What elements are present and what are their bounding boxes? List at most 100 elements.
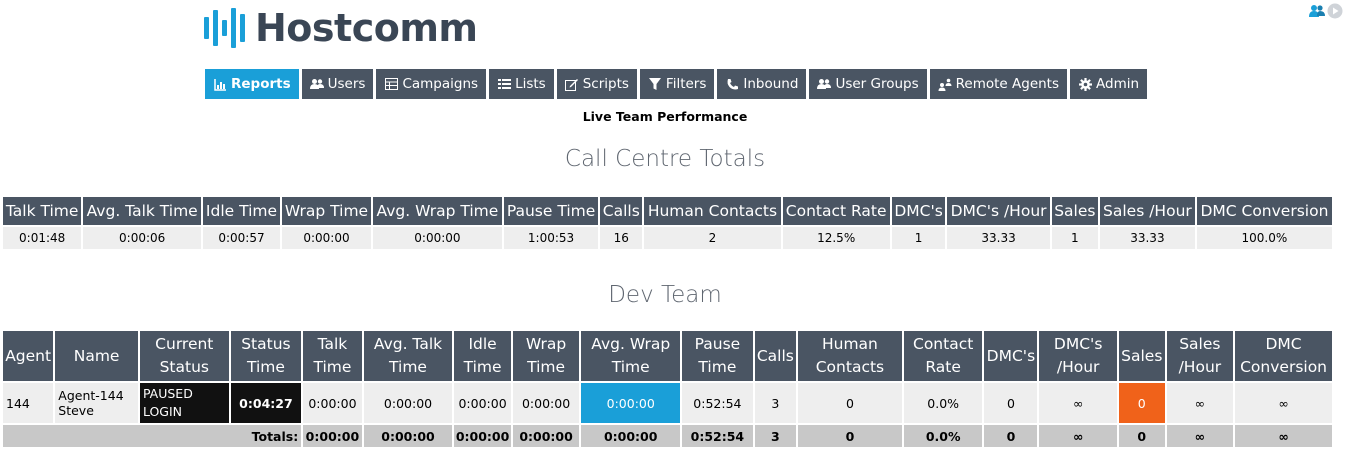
table-cell: 0:52:54	[682, 383, 753, 423]
column-header[interactable]: Agent	[3, 331, 54, 381]
nav-admin[interactable]: Admin	[1070, 69, 1148, 99]
table-cell: 0:52:54	[682, 425, 753, 447]
nav-remote-agents[interactable]: Remote Agents	[929, 69, 1068, 99]
column-header[interactable]: DMC Conversion	[1196, 197, 1332, 225]
hostcomm-logo[interactable]: Hostcomm	[204, 6, 478, 50]
nav-filters[interactable]: Filters	[639, 69, 715, 99]
column-header[interactable]: Calls	[600, 197, 643, 225]
nav-inbound[interactable]: Inbound	[717, 69, 807, 99]
status-cell: PAUSED LOGIN	[139, 383, 229, 423]
agent-name-line: Agent-144	[58, 388, 124, 403]
table-cell: 0:00:57	[203, 227, 280, 249]
nav-label: Campaigns	[402, 76, 479, 92]
team-section-title: Dev Team	[608, 282, 722, 308]
users-icon	[817, 77, 832, 91]
column-header[interactable]: Pause Time	[682, 331, 753, 381]
column-header[interactable]: Avg. Wrap Time	[581, 331, 681, 381]
table-cell: 0:00:00	[581, 425, 681, 447]
sales-cell: 0	[1118, 383, 1165, 423]
table-cell: 1	[891, 227, 946, 249]
nav-lists[interactable]: Lists	[489, 69, 554, 99]
column-header[interactable]: Talk Time	[303, 331, 362, 381]
agent-name-cell: Agent-144 Steve	[55, 383, 138, 423]
nav-label: Scripts	[582, 76, 629, 92]
list-icon	[497, 77, 511, 91]
column-header[interactable]: Talk Time	[3, 197, 82, 225]
nav-label: Admin	[1096, 76, 1140, 92]
column-header[interactable]: Avg. Talk Time	[363, 331, 453, 381]
phone-icon	[725, 77, 739, 91]
table-cell: 100.0%	[1196, 227, 1332, 249]
table-cell: 33.33	[947, 227, 1050, 249]
table-cell: ∞	[1166, 383, 1234, 423]
column-header[interactable]: Sales	[1118, 331, 1165, 381]
table-cell: 1	[1051, 227, 1098, 249]
nav-label: Lists	[515, 76, 546, 92]
agent-row[interactable]: 144 Agent-144 Steve PAUSED LOGIN 0:04:27…	[3, 383, 1332, 423]
table-cell: 0:00:00	[303, 383, 362, 423]
nav-user-groups[interactable]: User Groups	[809, 69, 927, 99]
column-header[interactable]: Human Contacts	[644, 197, 781, 225]
table-cell: 0	[798, 425, 902, 447]
users-icon	[309, 77, 324, 91]
table-cell: ∞	[1039, 383, 1117, 423]
nav-label: Users	[327, 76, 366, 92]
nav-users[interactable]: Users	[301, 69, 374, 99]
page-title: Live Team Performance	[582, 109, 748, 124]
column-header[interactable]: Idle Time	[454, 331, 511, 381]
column-header[interactable]: Pause Time	[503, 197, 599, 225]
column-header[interactable]: DMC Conversion	[1235, 331, 1332, 381]
totals-row: Totals: 0:00:00 0:00:00 0:00:00 0:00:00 …	[3, 425, 1332, 447]
column-header[interactable]: Name	[55, 331, 138, 381]
chart-icon	[213, 77, 227, 91]
table-cell: 0:00:00	[373, 227, 502, 249]
agent-name-line: Steve	[58, 403, 94, 418]
avg-wrap-time-cell: 0:00:00	[581, 383, 681, 423]
column-header[interactable]: DMC's	[984, 331, 1038, 381]
nav-label: Remote Agents	[955, 76, 1060, 92]
totals-section-title: Call Centre Totals	[564, 146, 766, 172]
column-header[interactable]: Idle Time	[203, 197, 280, 225]
nav-campaigns[interactable]: Campaigns	[376, 69, 487, 99]
column-header[interactable]: Sales /Hour	[1166, 331, 1234, 381]
play-circle-icon[interactable]	[1327, 3, 1343, 19]
nav-label: User Groups	[835, 76, 919, 92]
users-icon[interactable]	[1309, 3, 1325, 19]
table-cell: 0:00:06	[83, 227, 202, 249]
logo-text: Hostcomm	[255, 6, 478, 50]
table-cell: 33.33	[1099, 227, 1195, 249]
table-cell: 3	[754, 425, 797, 447]
column-header[interactable]: Avg. Wrap Time	[373, 197, 502, 225]
table-cell: 1:00:53	[503, 227, 599, 249]
main-nav: Reports Users Campaigns Lists Scripts Fi…	[205, 69, 1148, 99]
table-row: 0:01:48 0:00:06 0:00:57 0:00:00 0:00:00 …	[3, 227, 1332, 249]
column-header[interactable]: Contact Rate	[782, 197, 890, 225]
nav-reports[interactable]: Reports	[205, 69, 299, 99]
agent-id-cell: 144	[3, 383, 54, 423]
column-header[interactable]: DMC's /Hour	[1039, 331, 1117, 381]
table-cell: 0:00:00	[281, 227, 372, 249]
column-header[interactable]: Contact Rate	[903, 331, 983, 381]
column-header[interactable]: Current Status	[139, 331, 229, 381]
dev-team-table: Agent Name Current Status Status Time Ta…	[1, 329, 1334, 449]
column-header[interactable]: Sales	[1051, 197, 1098, 225]
table-cell: 0.0%	[903, 425, 983, 447]
remote-agents-icon	[938, 77, 952, 91]
column-header[interactable]: Avg. Talk Time	[83, 197, 202, 225]
column-header[interactable]: Status Time	[230, 331, 302, 381]
nav-scripts[interactable]: Scripts	[556, 69, 637, 99]
table-cell: 2	[644, 227, 781, 249]
edit-icon	[565, 77, 579, 91]
column-header[interactable]: Calls	[754, 331, 797, 381]
column-header[interactable]: Wrap Time	[512, 331, 580, 381]
column-header[interactable]: Sales /Hour	[1099, 197, 1195, 225]
table-cell: 0	[798, 383, 902, 423]
top-right-icons	[1309, 3, 1343, 19]
column-header[interactable]: Wrap Time	[281, 197, 372, 225]
status-line: LOGIN	[142, 404, 183, 419]
column-header[interactable]: DMC's /Hour	[947, 197, 1050, 225]
column-header[interactable]: Human Contacts	[798, 331, 902, 381]
status-line: PAUSED	[142, 386, 193, 401]
table-cell: 0:00:00	[454, 425, 511, 447]
column-header[interactable]: DMC's	[891, 197, 946, 225]
